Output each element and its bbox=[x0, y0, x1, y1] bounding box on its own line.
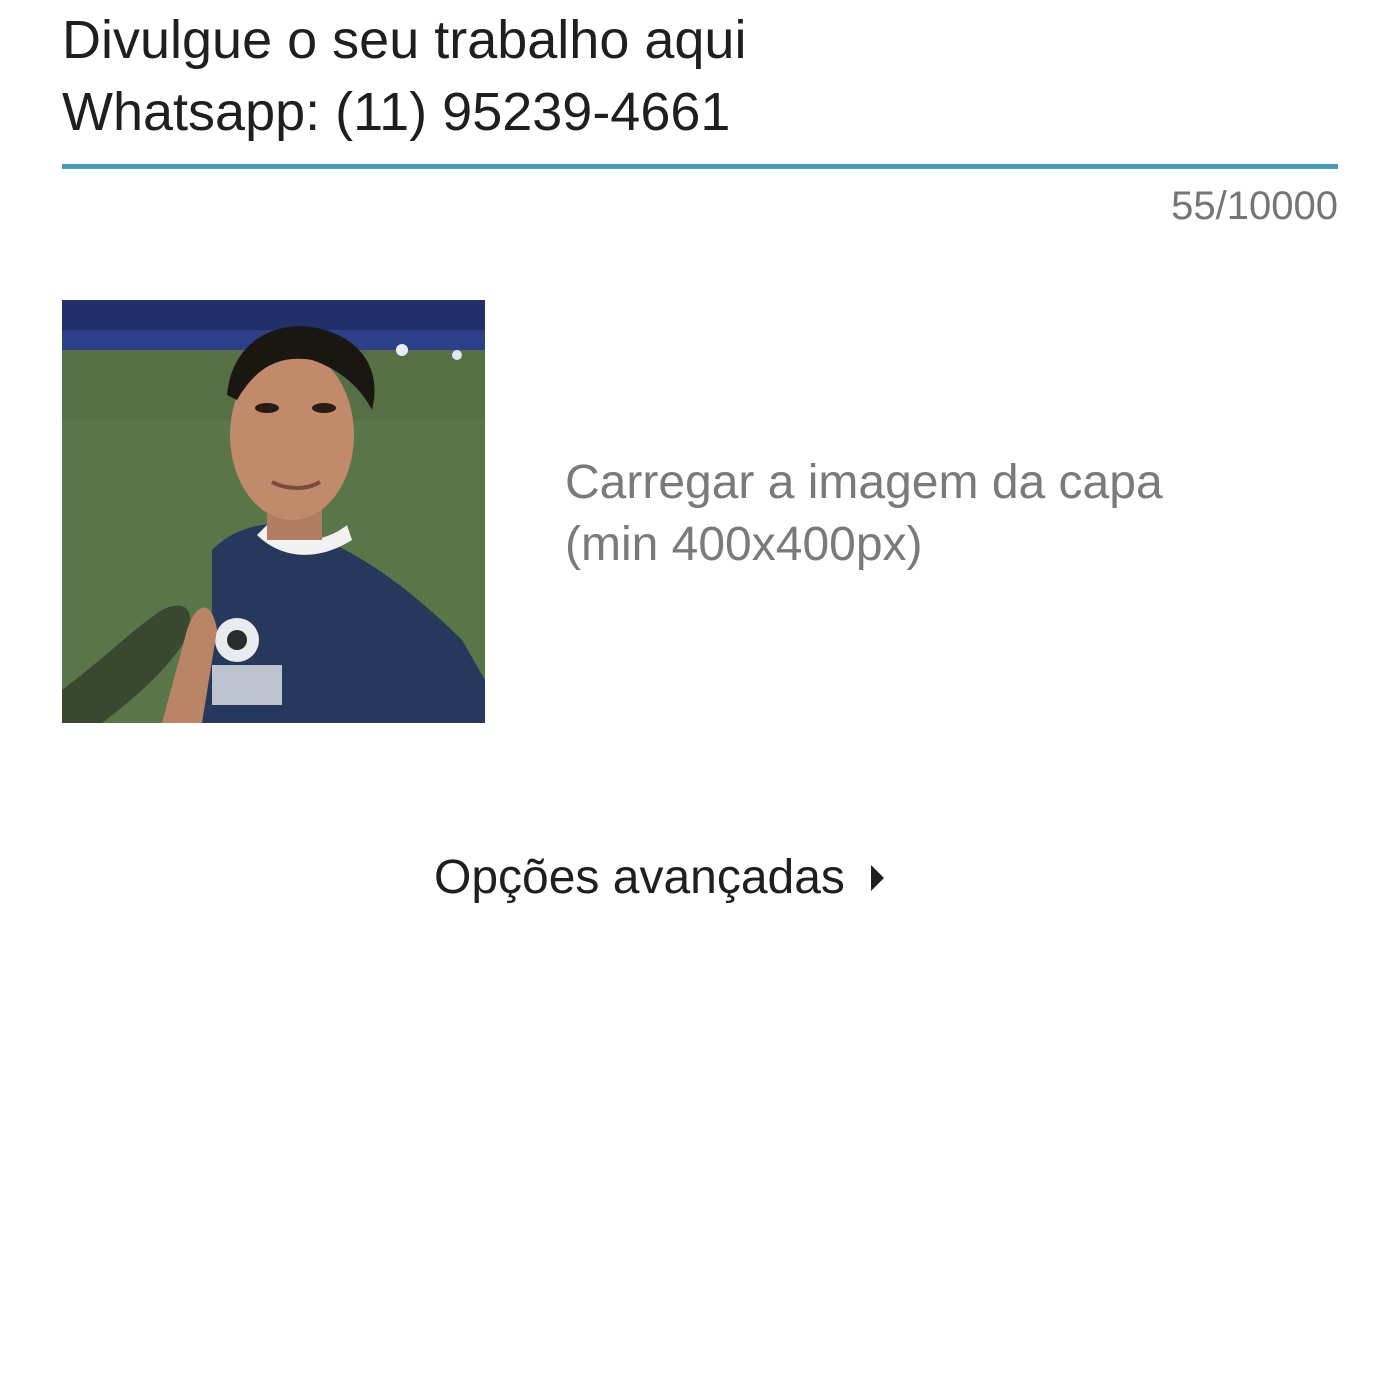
cover-photo bbox=[62, 300, 485, 723]
description-underline bbox=[62, 164, 1338, 169]
advanced-options-button[interactable]: Opções avançadas bbox=[434, 850, 884, 905]
cover-image-thumbnail[interactable] bbox=[62, 300, 485, 723]
description-field[interactable]: Divulgue o seu trabalho aqui Whatsapp: (… bbox=[62, 0, 1338, 148]
advanced-options-label: Opções avançadas bbox=[434, 851, 845, 904]
description-text[interactable]: Divulgue o seu trabalho aqui Whatsapp: (… bbox=[62, 4, 1338, 148]
upload-cover-label[interactable]: Carregar a imagem da capa (min 400x400px… bbox=[565, 452, 1325, 576]
character-counter: 55/10000 bbox=[1171, 184, 1338, 228]
caret-right-icon bbox=[870, 864, 884, 891]
